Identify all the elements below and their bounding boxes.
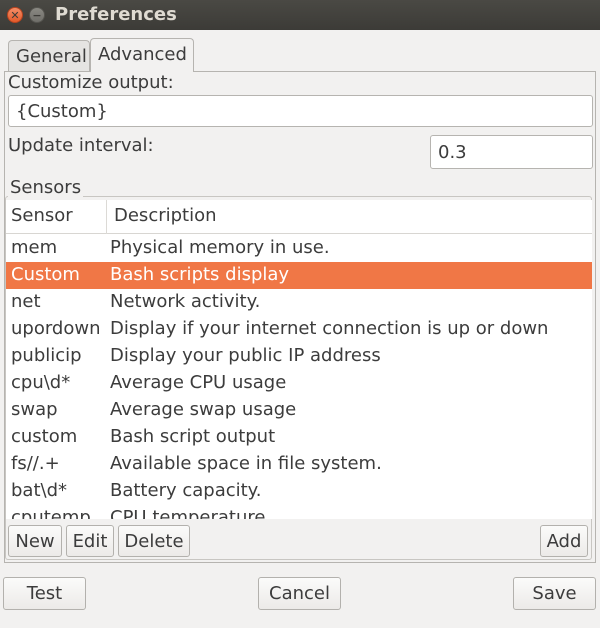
window-title: Preferences: [55, 4, 177, 25]
description-cell: Network activity.: [110, 291, 261, 312]
delete-button[interactable]: Delete: [118, 525, 190, 557]
close-icon[interactable]: ✕: [7, 7, 23, 23]
sensor-cell: cpu\d*: [11, 372, 71, 393]
table-header: Sensor Description: [6, 200, 592, 234]
test-button[interactable]: Test: [3, 577, 86, 610]
new-button[interactable]: New: [8, 525, 62, 557]
tab-advanced[interactable]: Advanced: [90, 38, 194, 72]
table-row[interactable]: cpu\d* Average CPU usage: [6, 370, 592, 397]
sensor-cell: publicip: [11, 345, 82, 366]
table-row[interactable]: swap Average swap usage: [6, 397, 592, 424]
sensor-cell: net: [11, 291, 41, 312]
table-row[interactable]: upordown Display if your internet connect…: [6, 316, 592, 343]
description-cell: Bash scripts display: [110, 264, 290, 285]
sensor-cell: mem: [11, 237, 58, 258]
sensor-cell: upordown: [11, 318, 101, 339]
sensor-cell: swap: [11, 399, 58, 420]
save-button[interactable]: Save: [513, 577, 596, 610]
update-interval-label: Update interval:: [8, 135, 154, 156]
description-cell: Available space in file system.: [110, 453, 382, 474]
table-row[interactable]: cputemp CPU temperature: [6, 505, 592, 519]
description-cell: Display if your internet connection is u…: [110, 318, 549, 339]
table-row[interactable]: mem Physical memory in use.: [6, 235, 592, 262]
sensors-table[interactable]: Sensor Description mem Physical memory in…: [6, 200, 592, 519]
sensor-cell: fs//.+: [11, 453, 60, 474]
title-bar: ✕ − Preferences: [0, 0, 600, 30]
table-row[interactable]: publicip Display your public IP address: [6, 343, 592, 370]
sensors-label: Sensors: [8, 177, 84, 198]
description-cell: Average swap usage: [110, 399, 297, 420]
description-cell: Average CPU usage: [110, 372, 287, 393]
customize-output-field[interactable]: [8, 95, 593, 127]
description-cell: Display your public IP address: [110, 345, 381, 366]
table-row[interactable]: custom Bash script output: [6, 424, 592, 451]
table-row[interactable]: bat\d* Battery capacity.: [6, 478, 592, 505]
column-header-sensor[interactable]: Sensor: [11, 205, 73, 226]
minimize-icon[interactable]: −: [29, 7, 45, 23]
update-interval-field[interactable]: [430, 135, 593, 169]
cancel-button[interactable]: Cancel: [258, 577, 341, 610]
column-header-description[interactable]: Description: [114, 205, 217, 226]
table-row[interactable]: Custom Bash scripts display: [6, 262, 592, 289]
description-cell: Physical memory in use.: [110, 237, 330, 258]
description-cell: Battery capacity.: [110, 480, 262, 501]
sensor-cell: cputemp: [11, 507, 91, 519]
sensor-cell: custom: [11, 426, 78, 447]
sensor-cell: Custom: [11, 264, 80, 285]
table-row[interactable]: net Network activity.: [6, 289, 592, 316]
edit-button[interactable]: Edit: [66, 525, 114, 557]
add-button[interactable]: Add: [540, 525, 588, 557]
table-row[interactable]: fs//.+ Available space in file system.: [6, 451, 592, 478]
customize-output-label: Customize output:: [8, 72, 174, 93]
description-cell: CPU temperature: [110, 507, 266, 519]
column-divider: [106, 200, 107, 234]
description-cell: Bash script output: [110, 426, 276, 447]
sensor-cell: bat\d*: [11, 480, 68, 501]
tab-general[interactable]: General: [8, 40, 90, 72]
